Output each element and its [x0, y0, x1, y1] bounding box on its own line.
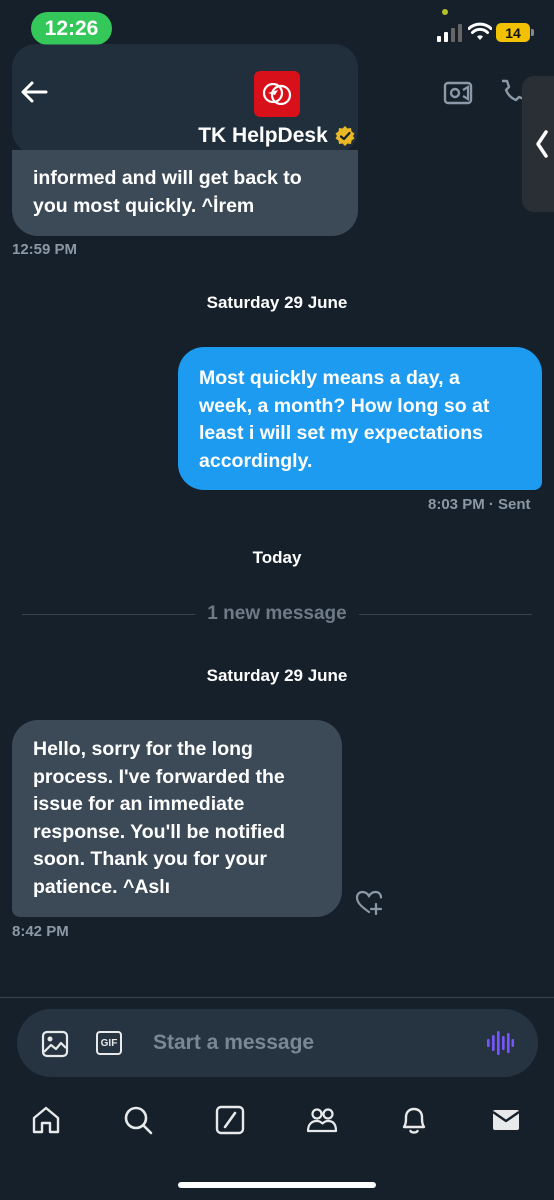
message-input[interactable] — [153, 1027, 453, 1059]
grok-icon[interactable] — [214, 1104, 246, 1136]
message-bubble-incoming[interactable]: Hello, sorry for the long process. I've … — [12, 720, 342, 917]
message-line: least i will set my expectations — [199, 422, 483, 444]
home-indicator — [178, 1182, 376, 1188]
message-line: accordingly. — [199, 449, 313, 472]
search-icon[interactable] — [122, 1104, 154, 1136]
date-separator: Saturday 29 June — [206, 666, 348, 685]
camera-indicator-dot — [442, 9, 448, 15]
status-time: 12:26 — [31, 12, 112, 45]
message-bubble-incoming[interactable]: informed and will get back to you most q… — [12, 150, 358, 236]
message-timestamp-row: 8:03 PM · Sent — [428, 496, 531, 513]
message-composer: GIF — [17, 1009, 538, 1077]
message-line: response. You'll be notified — [33, 820, 286, 843]
contact-name: TK HelpDesk — [198, 124, 328, 147]
contact-title-row[interactable]: TK HelpDesk — [0, 124, 554, 148]
voice-message-icon[interactable] — [486, 1029, 514, 1057]
notifications-bell-icon[interactable] — [398, 1104, 430, 1136]
message-timestamp: 12:59 PM — [12, 241, 78, 258]
signal-icon — [437, 24, 462, 42]
conversation-header: TK HelpDesk — [0, 56, 554, 212]
back-arrow-icon[interactable] — [18, 76, 50, 108]
airline-logo-icon — [262, 83, 292, 105]
video-call-icon[interactable] — [443, 78, 473, 108]
verified-badge-icon — [335, 126, 355, 146]
contact-avatar[interactable] — [254, 71, 300, 117]
message-line: patience. ^Aslı — [33, 875, 171, 898]
home-icon[interactable] — [30, 1104, 62, 1136]
date-separator: Saturday 29 June — [206, 293, 348, 312]
chevron-left-icon — [536, 130, 548, 158]
date-separator-today: Today — [252, 548, 302, 567]
message-line: informed and will get back to — [33, 167, 302, 189]
message-bubble-outgoing[interactable]: Most quickly means a day, a week, a mont… — [178, 347, 542, 490]
divider-line — [22, 613, 196, 615]
new-message-divider: 1 new message — [22, 600, 533, 628]
message-line: soon. Thank you for your — [33, 848, 268, 870]
gif-button[interactable]: GIF — [96, 1031, 122, 1055]
message-line: issue for an immediate — [33, 793, 245, 815]
message-line: you most quickly. ^İrem — [33, 194, 255, 217]
divider-line — [358, 613, 533, 615]
add-reaction-heart-icon[interactable] — [354, 888, 384, 916]
wifi-icon — [468, 22, 492, 40]
new-message-label: 1 new message — [207, 603, 347, 624]
message-line: Most quickly means a day, a — [199, 367, 460, 389]
phone-call-icon[interactable] — [496, 78, 524, 108]
image-icon[interactable] — [41, 1030, 69, 1058]
battery-indicator: 14 — [496, 23, 534, 42]
message-line: process. I've forwarded the — [33, 765, 285, 788]
message-line: week, a month? How long so at — [199, 394, 490, 417]
composer-divider — [0, 997, 554, 998]
message-timestamp: 8:03 PM — [428, 496, 485, 513]
message-timestamp: 8:42 PM — [12, 923, 69, 940]
side-panel-handle[interactable] — [522, 76, 554, 212]
bottom-navigation — [0, 1100, 554, 1146]
communities-icon[interactable] — [306, 1104, 338, 1136]
message-sent-status: · Sent — [488, 496, 531, 513]
message-line: Hello, sorry for the long — [33, 738, 253, 760]
messages-envelope-icon[interactable] — [490, 1104, 522, 1136]
